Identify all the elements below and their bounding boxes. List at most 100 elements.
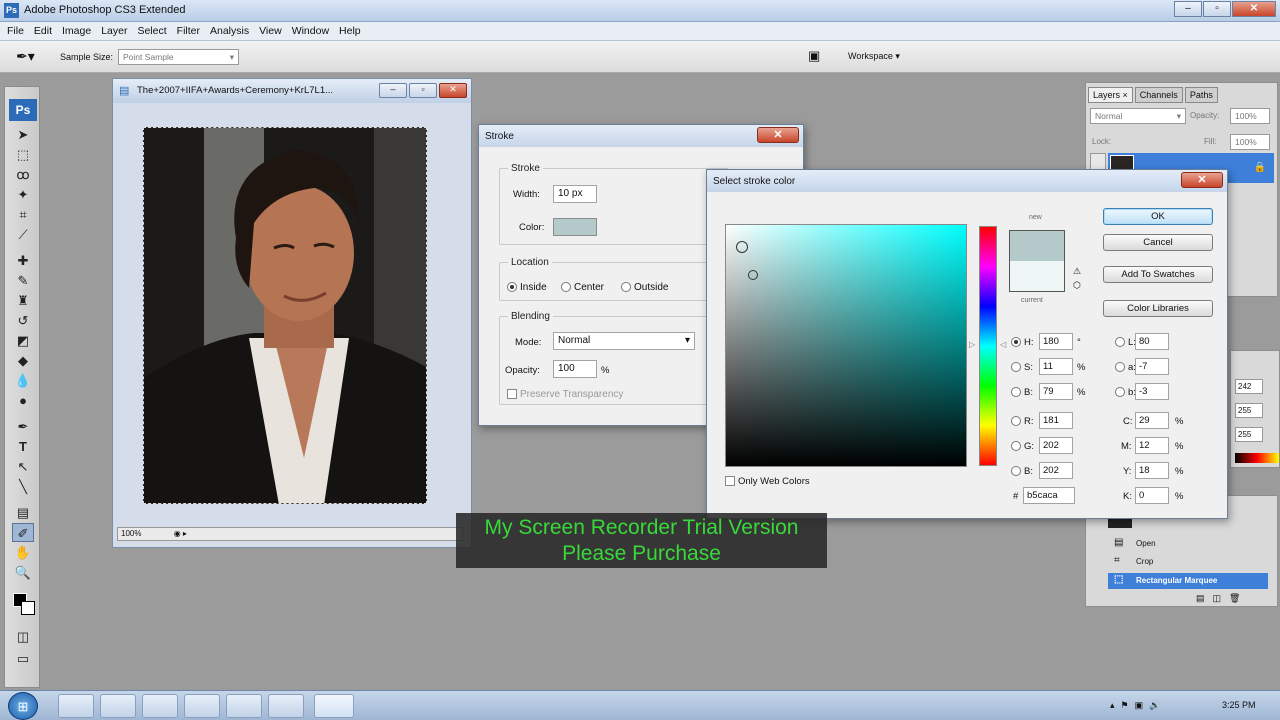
start-button-icon[interactable]: ⊞ [8,692,38,720]
menu-view[interactable]: View [254,25,287,37]
sample-size-select[interactable]: Point Sample ▾ [118,49,239,65]
close-button[interactable]: ✕ [1232,1,1276,17]
taskbar-ie-icon[interactable] [58,694,94,718]
path-selection-tool-icon[interactable]: ↖ [12,457,34,476]
web-safe-cube-icon[interactable]: ⬡ [1073,280,1081,291]
a-radio[interactable]: a: [1115,362,1136,373]
dodge-tool-icon[interactable]: ● [12,391,34,410]
location-outside-radio[interactable]: Outside [621,282,668,293]
mode-select[interactable]: Normal ▾ [553,332,695,350]
blue-radio[interactable]: B: [1011,466,1033,477]
tab-paths[interactable]: Paths [1184,87,1218,103]
layer-blend-mode-select[interactable]: Normal ▾ [1090,108,1186,124]
menu-window[interactable]: Window [287,25,334,37]
c-field[interactable]: 29 [1135,412,1169,429]
l-radio[interactable]: L: [1115,337,1136,348]
background-color-swatch[interactable] [21,601,35,615]
color-panel-value-2[interactable]: 255 [1235,403,1263,418]
eyedropper-tool-icon[interactable]: ✒▾ [16,48,35,65]
taskbar-chrome-icon[interactable] [184,694,220,718]
color-field-cursor[interactable] [736,241,748,253]
fill-input[interactable]: 100% [1230,134,1270,150]
only-web-colors-checkbox[interactable]: Only Web Colors [725,476,810,487]
a-field[interactable]: -7 [1135,358,1169,375]
taskbar-explorer-icon[interactable] [100,694,136,718]
menu-image[interactable]: Image [57,25,96,37]
stroke-color-swatch[interactable] [553,218,597,236]
move-tool-icon[interactable]: ➤ [12,125,34,144]
type-tool-icon[interactable]: T [12,437,34,456]
doc-close-button[interactable]: ✕ [439,83,467,98]
eraser-tool-icon[interactable]: ◩ [12,331,34,350]
current-color-swatch[interactable] [1009,261,1065,292]
document-canvas[interactable] [143,127,427,504]
status-info-icon[interactable]: ◉ ▸ [174,529,187,538]
g-radio[interactable]: G: [1011,441,1034,452]
location-center-radio[interactable]: Center [561,282,604,293]
k-field[interactable]: 0 [1135,487,1169,504]
history-brush-tool-icon[interactable]: ↺ [12,311,34,330]
pen-tool-icon[interactable]: ✒ [12,417,34,436]
width-input[interactable]: 10 px [553,185,597,203]
system-tray-icons[interactable]: ▴⚑▣🔊 [1110,700,1166,711]
b-radio[interactable]: B: [1011,387,1033,398]
lab-b-radio[interactable]: b: [1115,387,1136,398]
hue-slider-left-arrow[interactable]: ▷ [969,340,975,349]
blue-field[interactable]: 202 [1039,462,1073,479]
r-field[interactable]: 181 [1039,412,1073,429]
opacity-input[interactable]: 100 [553,360,597,378]
hand-tool-icon[interactable]: ✋ [12,543,34,562]
taskbar-media-icon[interactable] [142,694,178,718]
gamut-warning-icon[interactable]: ⚠ [1073,266,1081,277]
menu-filter[interactable]: Filter [172,25,205,37]
history-item-crop[interactable]: ⌗ Crop [1108,554,1268,570]
color-libraries-button[interactable]: Color Libraries [1103,300,1213,317]
history-item-marquee[interactable]: ⬚ Rectangular Marquee [1108,573,1268,589]
hue-slider-right-arrow[interactable]: ◁ [1000,340,1006,349]
taskbar-photoshop-icon[interactable] [314,694,354,718]
healing-tool-icon[interactable]: ✚ [12,251,34,270]
zoom-tool-icon[interactable]: 🔍 [12,563,34,582]
doc-minimize-button[interactable]: – [379,83,407,98]
menu-help[interactable]: Help [334,25,366,37]
quick-mask-icon[interactable]: ◫ [12,627,34,646]
ok-button[interactable]: OK [1103,208,1213,225]
s-radio[interactable]: S: [1011,362,1033,373]
stamp-tool-icon[interactable]: ♜ [12,291,34,310]
history-panel-buttons[interactable]: ▤◫🗑 [1196,593,1248,604]
line-tool-icon[interactable]: ╲ [12,477,34,496]
workspace-menu[interactable]: Workspace ▾ [848,51,900,62]
menu-edit[interactable]: Edit [29,25,57,37]
add-to-swatches-button[interactable]: Add To Swatches [1103,266,1213,283]
brush-tool-icon[interactable]: ✎ [12,271,34,290]
gradient-tool-icon[interactable]: ◆ [12,351,34,370]
y-field[interactable]: 18 [1135,462,1169,479]
screen-mode-icon[interactable]: ▭ [12,649,34,668]
lasso-tool-icon[interactable]: ꝏ [12,165,34,184]
m-field[interactable]: 12 [1135,437,1169,454]
minimize-button[interactable]: – [1174,1,1202,17]
workspace-icon[interactable]: ▣ [808,48,820,64]
history-item-open[interactable]: ▤ Open [1108,536,1268,552]
color-panel-value-3[interactable]: 255 [1235,427,1263,442]
crop-tool-icon[interactable]: ⌗ [12,205,34,224]
notes-tool-icon[interactable]: ▤ [12,503,34,522]
taskbar-recorder-icon[interactable] [268,694,304,718]
taskbar-app-icon[interactable] [226,694,262,718]
g-field[interactable]: 202 [1039,437,1073,454]
lab-b-field[interactable]: -3 [1135,383,1169,400]
color-ramp[interactable] [1235,453,1279,463]
s-field[interactable]: 11 [1039,358,1073,375]
marquee-tool-icon[interactable]: ⬚ [12,145,34,164]
h-radio[interactable]: H: [1011,337,1034,348]
preserve-transparency-checkbox[interactable]: Preserve Transparency [507,389,623,400]
color-panel-value-1[interactable]: 242 [1235,379,1263,394]
b-field[interactable]: 79 [1039,383,1073,400]
zoom-level[interactable]: 100% [121,529,141,538]
cancel-button[interactable]: Cancel [1103,234,1213,251]
menu-layer[interactable]: Layer [96,25,132,37]
eyedropper-tool-icon-active[interactable]: ✐ [12,523,34,542]
location-inside-radio[interactable]: Inside [507,282,547,293]
hex-field[interactable]: b5caca [1023,487,1075,504]
saturation-brightness-field[interactable] [725,224,967,467]
